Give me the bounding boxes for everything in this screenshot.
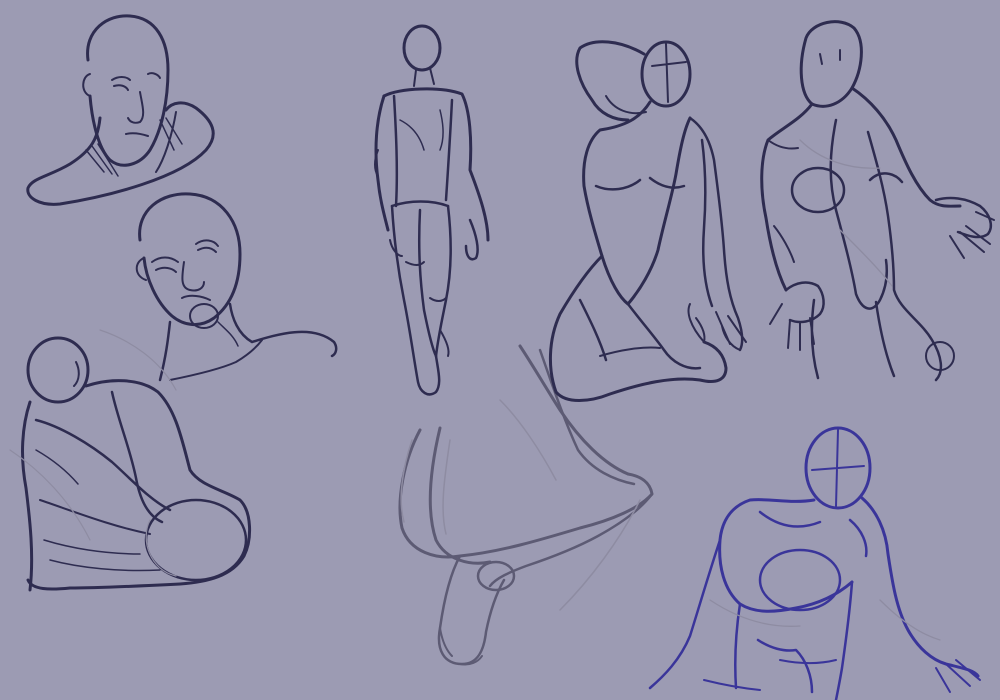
sketch-sheet (0, 0, 1000, 700)
sketch-canvas (0, 0, 1000, 700)
